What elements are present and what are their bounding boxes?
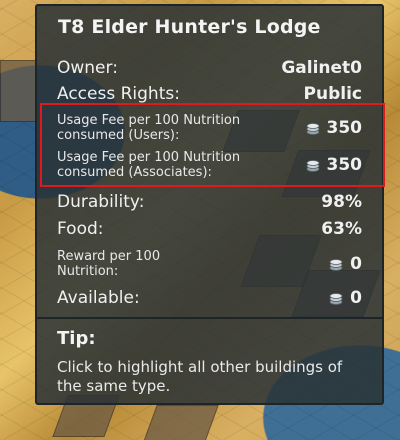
available-value: 0 xyxy=(350,288,362,308)
food-row: Food: 63% xyxy=(57,219,362,239)
tip-body: Click to highlight all other buildings o… xyxy=(57,358,343,395)
usage-fee-associates-row: Usage Fee per 100 Nutrition consumed (As… xyxy=(57,150,362,180)
durability-label: Durability: xyxy=(57,192,145,212)
reward-value: 0 xyxy=(350,254,362,274)
durability-row: Durability: 98% xyxy=(57,192,362,212)
map-building-tile xyxy=(0,60,36,122)
owner-row: Owner: Galinet0 xyxy=(57,58,362,78)
reward-row: Reward per 100 Nutrition: 0 xyxy=(57,249,362,279)
usage-fee-associates-value: 350 xyxy=(326,155,363,175)
building-tooltip: T8 Elder Hunter's Lodge Owner: Galinet0 … xyxy=(35,4,385,405)
usage-fee-associates-label: Usage Fee per 100 Nutrition consumed (As… xyxy=(57,150,241,180)
silver-coin-icon xyxy=(305,121,321,135)
durability-value: 98% xyxy=(321,192,362,212)
access-rights-label: Access Rights: xyxy=(57,84,180,104)
usage-fee-users-value: 350 xyxy=(326,118,363,138)
silver-coin-icon xyxy=(305,158,321,172)
food-label: Food: xyxy=(57,219,104,239)
silver-coin-icon xyxy=(328,257,344,271)
usage-fee-users-label: Usage Fee per 100 Nutrition consumed (Us… xyxy=(57,113,241,143)
tip-divider xyxy=(37,317,382,319)
available-label: Available: xyxy=(57,288,140,308)
usage-fee-users-row: Usage Fee per 100 Nutrition consumed (Us… xyxy=(57,113,362,143)
map-building-tile xyxy=(143,405,219,440)
owner-label: Owner: xyxy=(57,58,118,78)
available-row: Available: 0 xyxy=(57,288,362,308)
owner-value: Galinet0 xyxy=(281,58,362,78)
reward-label: Reward per 100 Nutrition: xyxy=(57,249,161,279)
building-title: T8 Elder Hunter's Lodge xyxy=(58,16,321,38)
silver-coin-icon xyxy=(328,291,344,305)
access-rights-value: Public xyxy=(303,84,362,104)
food-value: 63% xyxy=(321,219,362,239)
tip-title: Tip: xyxy=(57,328,96,349)
access-rights-row: Access Rights: Public xyxy=(57,84,362,104)
